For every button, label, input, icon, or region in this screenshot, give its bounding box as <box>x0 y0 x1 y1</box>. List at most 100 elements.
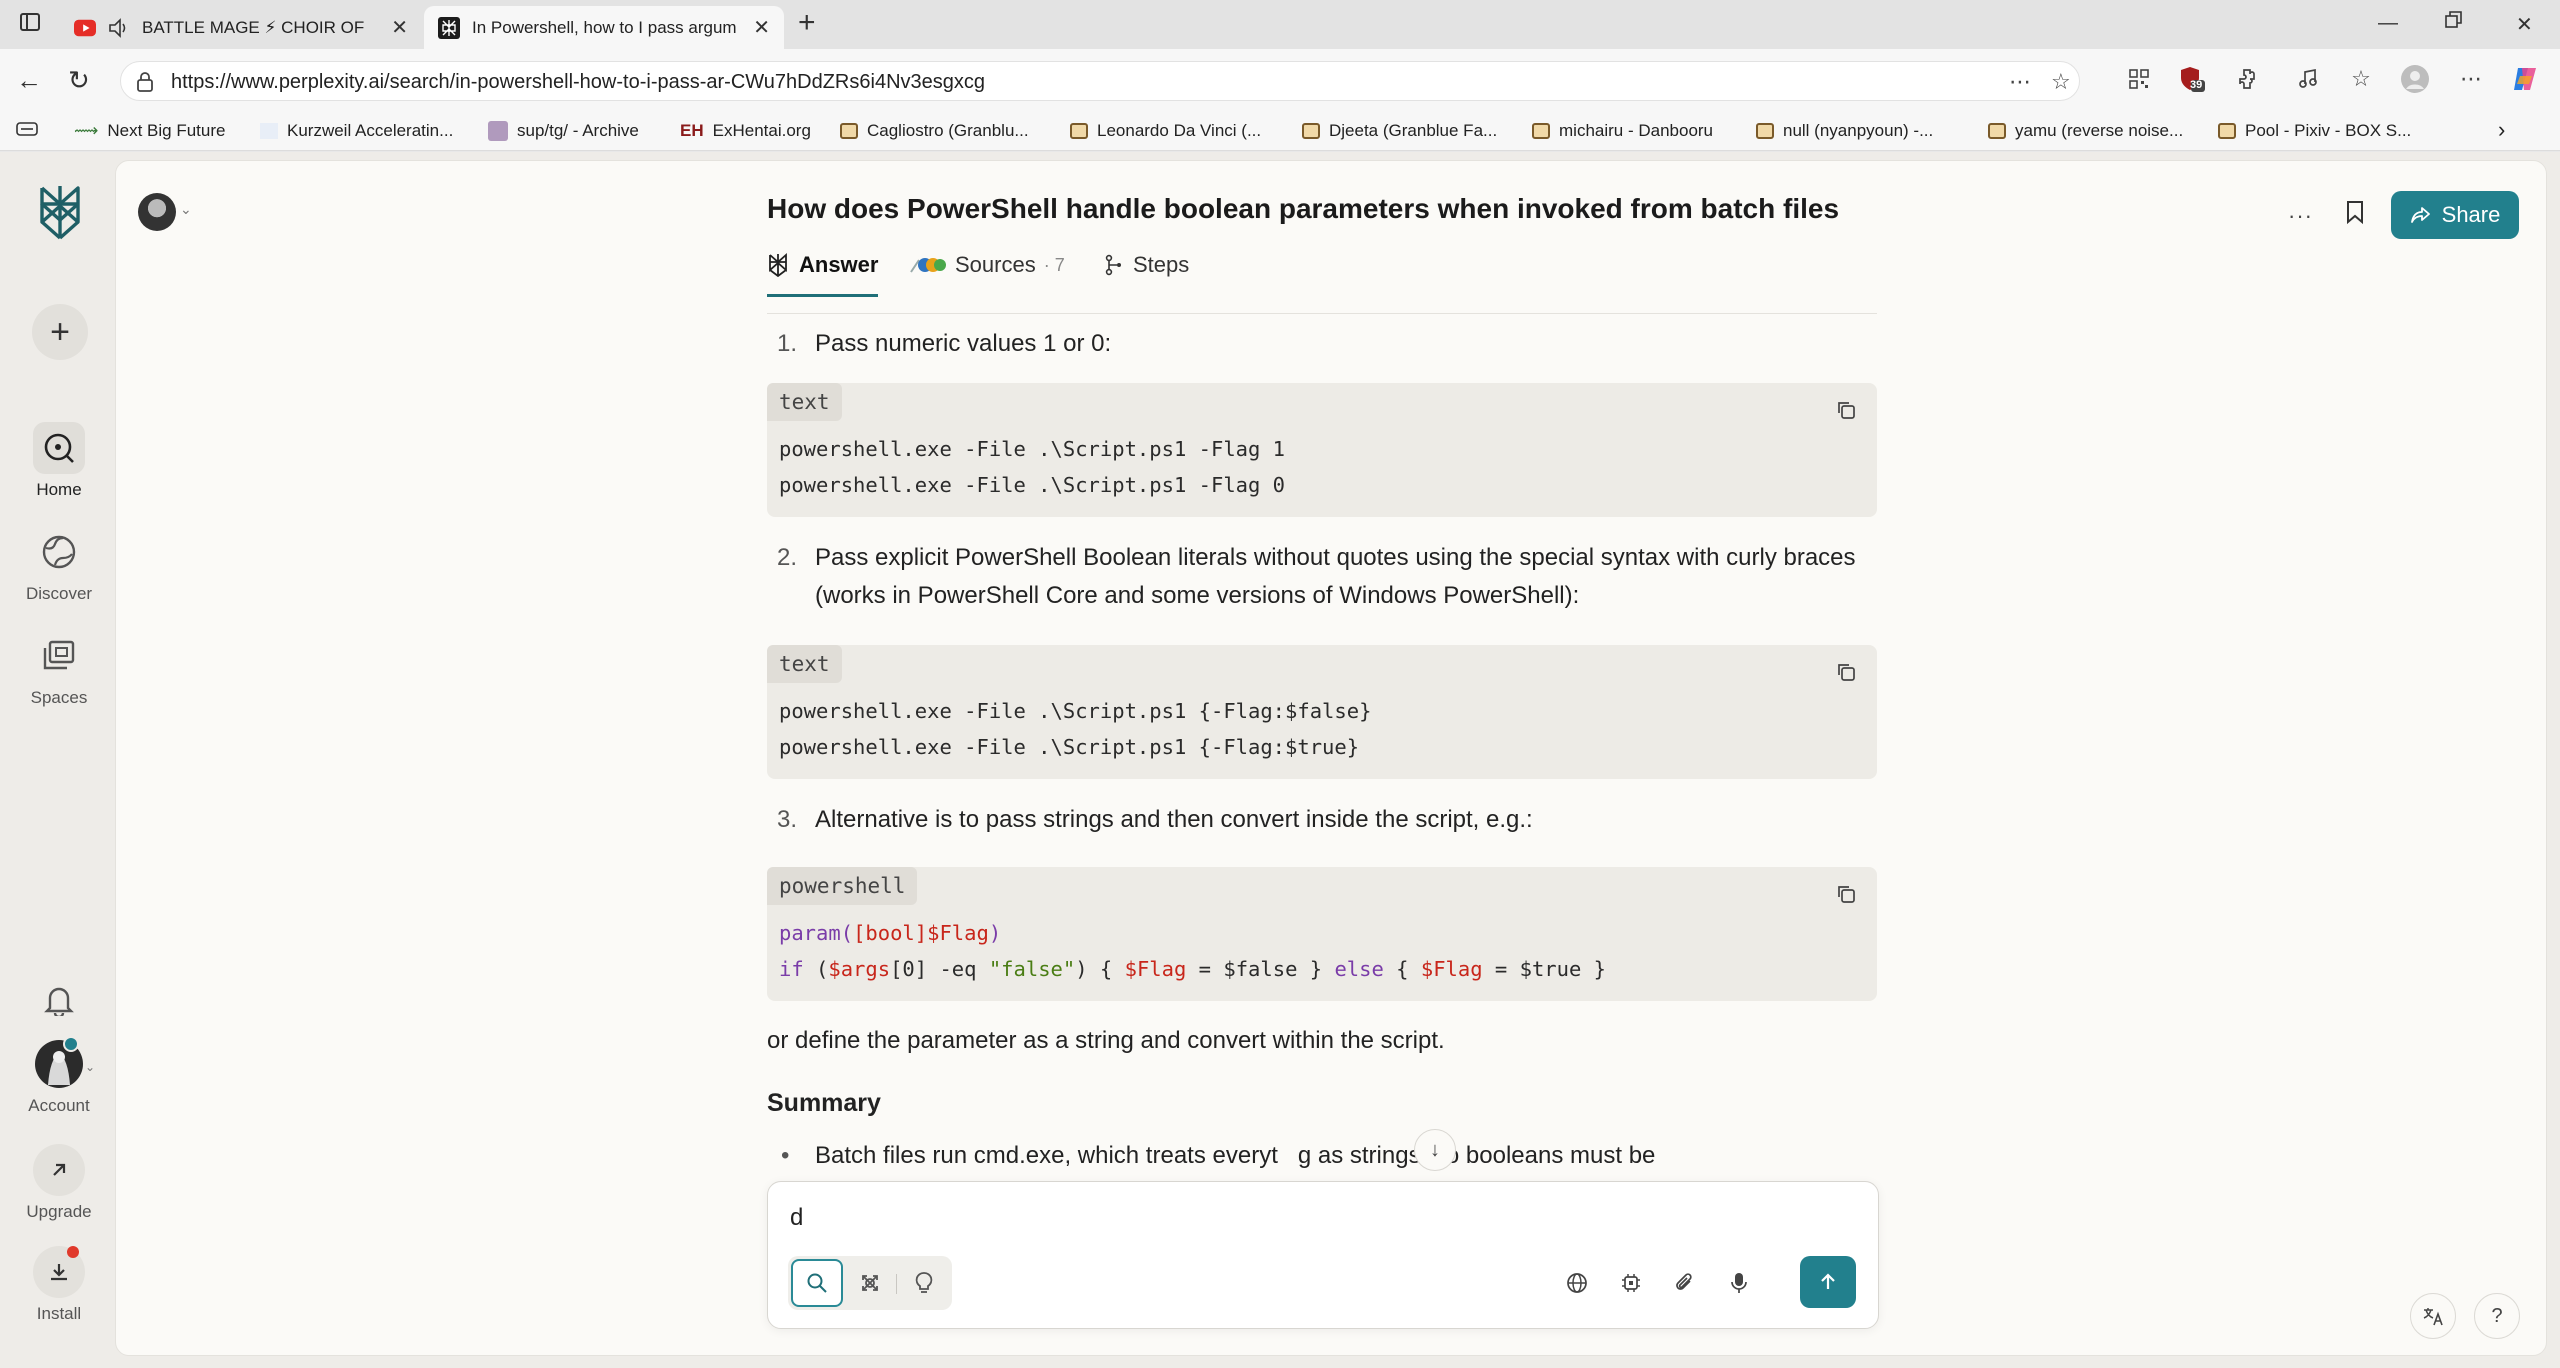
search-mode-button[interactable] <box>791 1259 843 1307</box>
favorites-icon[interactable]: ☆ <box>2346 64 2376 94</box>
scroll-to-bottom-button[interactable]: ↓ <box>1414 1129 1456 1171</box>
address-bar: ← ↻ https://www.perplexity.ai/search/in-… <box>0 49 2560 113</box>
profile-avatar-icon[interactable] <box>2400 64 2430 94</box>
page-title: How does PowerShell handle boolean param… <box>767 193 1840 224</box>
chevron-down-icon[interactable]: ⌄ <box>180 201 192 218</box>
sidebar-item-label: Upgrade <box>26 1202 92 1221</box>
tab-steps[interactable]: Steps <box>1105 241 1189 289</box>
attach-paperclip-icon[interactable] <box>1670 1268 1700 1298</box>
tab-battle-mage[interactable]: BATTLE MAGE ⚡ CHOIR OF ✕ <box>60 6 422 49</box>
extensions-icon[interactable] <box>2232 64 2262 94</box>
bookmark-item[interactable]: yamu (reverse noise... <box>1988 121 2183 141</box>
tab-sources[interactable]: Sources · 7 <box>909 241 1065 289</box>
code-line: powershell.exe -File .\Script.ps1 -Flag … <box>779 473 1286 497</box>
research-mode-button[interactable] <box>844 1259 896 1307</box>
close-tab-icon[interactable]: ✕ <box>753 15 770 40</box>
list-text: Alternative is to pass strings and then … <box>815 806 1533 833</box>
perplexity-icon <box>438 16 460 39</box>
bookmarks-menu-icon[interactable] <box>16 121 38 137</box>
bookmark-item[interactable]: EH ExHentai.org <box>680 121 811 141</box>
refresh-icon[interactable]: ↻ <box>68 65 90 96</box>
code-line: powershell.exe -File .\Script.ps1 {-Flag… <box>779 699 1372 723</box>
minimize-icon[interactable]: — <box>2378 12 2398 35</box>
bookmark-item[interactable]: sup/tg/ - Archive <box>488 121 639 141</box>
microphone-icon[interactable] <box>1724 1268 1754 1298</box>
sidebar-item-discover[interactable]: Discover <box>0 526 118 604</box>
translate-icon[interactable] <box>2410 1293 2456 1339</box>
copy-icon[interactable] <box>1835 661 1857 687</box>
copy-icon[interactable] <box>1835 399 1857 425</box>
labs-mode-button[interactable] <box>898 1259 950 1307</box>
code-line: param([bool]$Flag) <box>779 921 1002 945</box>
mode-divider <box>896 1274 897 1294</box>
bookmarks-overflow-chevron-icon[interactable]: › <box>2498 117 2505 143</box>
sidebar-item-upgrade[interactable]: Upgrade <box>0 1144 118 1222</box>
back-icon[interactable]: ← <box>16 65 42 96</box>
new-tab-button[interactable]: + <box>798 6 816 40</box>
bookmark-item[interactable]: null (nyanpyoun) -... <box>1756 121 1933 141</box>
code-line: powershell.exe -File .\Script.ps1 -Flag … <box>779 437 1286 461</box>
url-text[interactable]: https://www.perplexity.ai/search/in-powe… <box>171 71 985 94</box>
close-window-icon[interactable]: ✕ <box>2516 12 2533 37</box>
notifications-button[interactable] <box>0 974 118 1032</box>
submit-button[interactable] <box>1800 1256 1856 1308</box>
bookmark-item[interactable]: ⟿ Next Big Future <box>74 121 225 141</box>
sidebar-item-account[interactable]: ⌄ Account <box>0 1036 118 1116</box>
qr-icon[interactable] <box>2124 64 2154 94</box>
share-button[interactable]: Share <box>2391 191 2519 239</box>
model-chip-icon[interactable] <box>1616 1268 1646 1298</box>
reader-icon[interactable]: ⋯ <box>2009 69 2031 95</box>
bookmark-favicon-icon: ⟿ <box>74 121 99 140</box>
bookmark-item[interactable]: Kurzweil Acceleratin... <box>260 121 453 141</box>
favorite-star-icon[interactable]: ☆ <box>2051 69 2071 95</box>
upgrade-arrow-icon <box>33 1144 85 1196</box>
ask-input[interactable]: d <box>790 1204 803 1232</box>
bookmark-item[interactable]: michairu - Danbooru <box>1532 121 1713 141</box>
copy-icon[interactable] <box>1835 883 1857 909</box>
code-line: if ($args[0] -eq "false") { $Flag = $fal… <box>779 957 1606 981</box>
chevron-down-icon: ⌄ <box>84 1060 95 1074</box>
tab-label: Steps <box>1133 252 1190 277</box>
page: + Home Discover Spaces ⌄ Account Upgrade… <box>0 152 2560 1368</box>
code-line: powershell.exe -File .\Script.ps1 {-Flag… <box>779 735 1360 759</box>
sidebar-item-home[interactable]: Home <box>0 422 118 500</box>
sidebar-item-spaces[interactable]: Spaces <box>0 630 118 708</box>
perplexity-logo-icon[interactable] <box>32 182 88 247</box>
extension-badge: 39 <box>2190 79 2203 91</box>
globe-icon[interactable] <box>1562 1268 1592 1298</box>
sidebar-item-label: Discover <box>25 584 93 603</box>
sidebar-item-install[interactable]: Install <box>0 1246 118 1324</box>
ublock-icon[interactable]: 39 <box>2177 64 2207 94</box>
bookmark-item[interactable]: Cagliostro (Granblu... <box>840 121 1029 141</box>
tab-label: Answer <box>799 252 879 277</box>
download-icon <box>33 1246 85 1298</box>
account-avatar: ⌄ <box>33 1036 95 1090</box>
tab-actions-icon[interactable] <box>18 10 42 40</box>
restore-icon[interactable] <box>2444 10 2464 36</box>
more-options-button[interactable]: ··· <box>2288 203 2313 229</box>
tab-perplexity[interactable]: In Powershell, how to I pass argum ✕ <box>424 6 784 49</box>
close-tab-icon[interactable]: ✕ <box>391 15 408 40</box>
bookmark-favicon-icon <box>260 123 278 139</box>
code-language-label: powershell <box>767 867 918 905</box>
bookmark-item[interactable]: Leonardo Da Vinci (... <box>1070 121 1261 141</box>
bookmark-item[interactable]: Djeeta (Granblue Fa... <box>1302 121 1497 141</box>
media-control-icon[interactable] <box>2293 64 2323 94</box>
new-thread-button[interactable]: + <box>32 304 88 360</box>
speaker-icon[interactable] <box>108 17 130 39</box>
tab-answer[interactable]: Answer <box>767 241 879 297</box>
sidebar: + Home Discover Spaces ⌄ Account Upgrade… <box>0 152 118 1368</box>
list-number: 1. <box>777 330 798 357</box>
bookmark-icon[interactable] <box>2345 199 2365 230</box>
tab-title: BATTLE MAGE ⚡ CHOIR OF <box>142 17 365 37</box>
user-avatar[interactable] <box>138 193 176 231</box>
copilot-icon[interactable] <box>2510 64 2540 94</box>
bookmark-item[interactable]: Pool - Pixiv - BOX S... <box>2218 121 2411 141</box>
list-text: Batch files run cmd.exe, which treats ev… <box>815 1142 1656 1169</box>
home-search-icon <box>33 422 85 474</box>
settings-more-icon[interactable]: ⋯ <box>2456 64 2486 94</box>
url-box[interactable]: https://www.perplexity.ai/search/in-powe… <box>120 61 2080 101</box>
sources-count: · 7 <box>1043 254 1065 275</box>
help-icon[interactable]: ? <box>2474 1293 2520 1339</box>
site-info-icon[interactable] <box>135 71 155 98</box>
